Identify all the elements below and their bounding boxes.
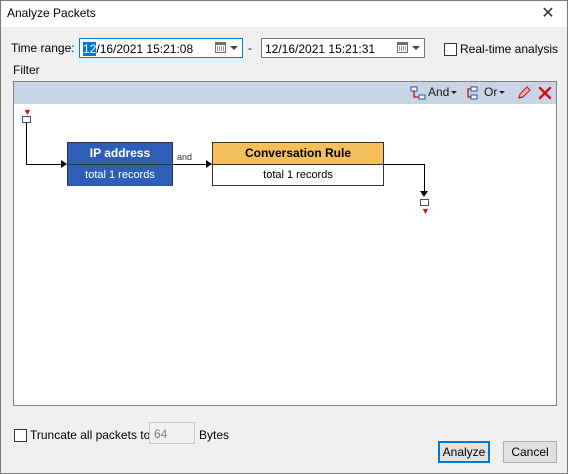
start-time-value: 12/16/2021 15:21:08 (83, 42, 193, 56)
connector-line (26, 164, 66, 165)
time-range-label: Time range: (11, 41, 75, 55)
filter-label: Filter (13, 63, 40, 77)
analyze-packets-dialog: Analyze Packets ✕ Time range: 12/16/2021… (0, 0, 568, 474)
start-time-rest: /16/2021 15:21:08 (96, 42, 194, 56)
realtime-analysis-checkbox[interactable] (444, 43, 457, 56)
end-time-picker[interactable]: 12/16/2021 15:21:31 (261, 38, 425, 58)
conversation-rule-node-title: Conversation Rule (213, 143, 383, 165)
start-time-selected-part: 12 (83, 42, 97, 56)
chevron-down-icon[interactable] (230, 46, 238, 50)
ip-address-node-title: IP address (68, 143, 172, 165)
truncate-packets-label: Truncate all packets to: (30, 428, 154, 442)
delete-icon[interactable] (537, 85, 553, 101)
conversation-rule-node-records: total 1 records (263, 169, 333, 181)
end-port[interactable] (420, 199, 429, 206)
analyze-button[interactable]: Analyze (438, 441, 490, 463)
truncate-size-value: 64 (154, 427, 168, 441)
or-button-label: Or (484, 85, 498, 99)
title-bar: Analyze Packets ✕ (1, 1, 567, 27)
close-icon[interactable]: ✕ (537, 3, 559, 25)
edit-pencil-icon[interactable] (516, 85, 532, 101)
and-button-label: And (428, 85, 450, 99)
connector-line (424, 164, 425, 192)
end-time-value: 12/16/2021 15:21:31 (265, 42, 376, 56)
connector-line (384, 164, 424, 165)
or-filter-icon (467, 86, 478, 100)
calendar-icon[interactable] (397, 42, 408, 53)
cancel-button[interactable]: Cancel (503, 441, 557, 463)
connector-line (26, 123, 27, 165)
ip-address-node[interactable]: IP address total 1 records (67, 142, 173, 186)
ip-address-node-records: total 1 records (68, 165, 172, 186)
or-button[interactable]: Or (466, 85, 508, 101)
filter-toolbar: And Or (14, 82, 556, 104)
chevron-down-icon[interactable] (412, 46, 420, 50)
start-port[interactable] (22, 116, 31, 123)
end-arrow-icon: ▼ (421, 206, 430, 216)
truncate-packets-checkbox[interactable] (14, 429, 27, 442)
window-title: Analyze Packets (7, 6, 96, 20)
arrow-down-icon (420, 191, 428, 197)
truncate-size-input[interactable]: 64 (149, 422, 195, 444)
calendar-icon[interactable] (215, 42, 226, 53)
truncate-unit-label: Bytes (199, 428, 230, 442)
time-range-separator: - (248, 41, 252, 55)
and-button[interactable]: And (410, 85, 458, 101)
and-filter-icon (410, 86, 426, 100)
and-connector-label: and (177, 152, 193, 162)
and-dropdown-icon (451, 91, 458, 95)
start-time-picker[interactable]: 12/16/2021 15:21:08 (79, 38, 243, 58)
or-dropdown-icon (499, 91, 506, 95)
filter-panel: And Or ▼ IP address total 1 records and … (13, 81, 557, 406)
conversation-rule-node[interactable]: Conversation Rule total 1 records (212, 142, 384, 186)
realtime-analysis-label: Real-time analysis (460, 42, 559, 56)
